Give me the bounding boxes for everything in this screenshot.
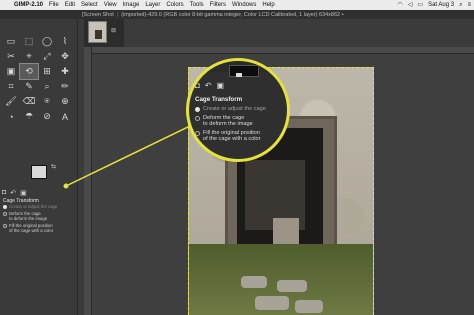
tool-icon[interactable]: ✚	[56, 64, 74, 79]
wifi-icon[interactable]: ◠	[398, 2, 403, 8]
image-thumbnail-bar: ⊠	[84, 19, 124, 47]
zoom-radio-deform	[195, 115, 200, 121]
tool-icon[interactable]: ⌇	[56, 34, 74, 49]
tool-icon[interactable]: ✏	[56, 79, 74, 94]
cage-transform-tool-icon[interactable]: ⟲	[19, 63, 39, 80]
option-deform-cage-label: Deform the cage to deform the image	[9, 211, 48, 221]
tool-icon[interactable]: ⌖	[20, 49, 38, 64]
image-thumbnail[interactable]	[88, 21, 107, 43]
tool-icon[interactable]: 🖌	[2, 94, 20, 109]
zoom-images-tab-icon: ▣	[216, 81, 225, 90]
tool-icon[interactable]: ⤢	[38, 49, 56, 64]
menu-filters[interactable]: Filters	[210, 2, 226, 8]
menu-colors[interactable]: Colors	[166, 2, 183, 8]
tool-icon[interactable]: ⌫	[20, 94, 38, 109]
stone-step	[277, 280, 307, 292]
option-create-cage-label: Create or adjust the cage	[9, 204, 58, 209]
tool-icon[interactable]: ▣	[2, 64, 20, 79]
stone-step	[255, 296, 289, 310]
image-tab[interactable]: [Screen Shot	[82, 12, 114, 18]
menu-tools[interactable]: Tools	[190, 2, 204, 8]
tool-icon[interactable]: ⍟	[38, 94, 56, 109]
zoom-title: Cage Transform	[195, 96, 243, 103]
menu-edit[interactable]: Edit	[65, 2, 75, 8]
radio-deform-cage[interactable]	[3, 211, 7, 216]
radio-create-cage[interactable]	[3, 204, 7, 209]
toolbox-panel: ▭ ⬚ ◯ ⌇ ✂ ⌖ ⤢ ✥ ▣ ⟲ ⊞ ✚ ⌗ ✎ ⌕ ✏ 🖌 ⌫ ⍟ ⊕ ◔ ☂ ⊘ A ⇆ ◘ ↶ ▣ Cage Tr…	[0, 19, 78, 315]
zoom-undo-tab-icon: ↶	[204, 81, 212, 90]
screenshot-root: GIMP-2.10 File Edit Select View Image La…	[0, 0, 474, 315]
tool-icon[interactable]: ⊞	[38, 64, 56, 79]
interior-object	[273, 218, 299, 246]
checkbox-fill-original[interactable]	[3, 223, 7, 228]
close-icon[interactable]: ⊠	[111, 27, 116, 34]
tool-icon[interactable]: ⊕	[56, 94, 74, 109]
option-fill-original[interactable]: Fill the original position of the cage w…	[3, 223, 53, 233]
tool-grid: ▭ ⬚ ◯ ⌇ ✂ ⌖ ⤢ ✥ ▣ ⟲ ⊞ ✚ ⌗ ✎ ⌕ ✏ 🖌 ⌫ ⍟ ⊕ ◔ ☂ ⊘ A	[2, 34, 76, 124]
menubar-status: ◠ ◁ ▭ Sat Aug 3 ⌕ ≡	[398, 2, 474, 8]
option-deform-cage[interactable]: Deform the cage to deform the image	[3, 211, 47, 221]
mac-menubar: GIMP-2.10 File Edit Select View Image La…	[0, 0, 474, 10]
zoom-callout: ◘ ↶ ▣ Cage Transform Create or adjust th…	[186, 58, 290, 162]
tool-icon[interactable]: ☂	[20, 109, 38, 124]
tool-icon[interactable]: ⬚	[20, 34, 38, 49]
tool-icon[interactable]: ⊘	[38, 109, 56, 124]
menu-select[interactable]: Select	[81, 2, 98, 8]
volume-icon[interactable]: ◁	[408, 2, 413, 8]
option-create-cage[interactable]: Create or adjust the cage	[3, 204, 57, 209]
image-title-bar: [Screen Shot | (imported)-429.0 (RGB col…	[0, 10, 474, 19]
zoom-tool-options-tab-icon: ◘	[195, 81, 200, 90]
zoom-option-fill-line2: of the cage with a color	[203, 136, 261, 142]
zoom-radio-create	[195, 106, 200, 112]
menu-view[interactable]: View	[104, 2, 117, 8]
tool-icon[interactable]: ⌗	[2, 79, 20, 94]
zoom-option-create-label: Create or adjust the cage	[203, 106, 266, 112]
zoom-option-deform-line2: to deform the image	[203, 121, 253, 127]
tool-icon[interactable]: ✥	[56, 49, 74, 64]
foreground-color[interactable]	[31, 165, 47, 179]
menu-windows[interactable]: Windows	[232, 2, 256, 8]
zoom-background-color	[229, 65, 259, 77]
tool-icon[interactable]: ▭	[2, 34, 20, 49]
tool-options-tab-icon[interactable]: ◘	[2, 189, 6, 197]
tool-icon[interactable]: ✂	[2, 49, 20, 64]
tool-icon[interactable]: ◔	[2, 109, 20, 124]
menu-icon[interactable]: ≡	[467, 2, 471, 8]
tool-icon[interactable]: ◯	[38, 34, 56, 49]
search-icon[interactable]: ⌕	[459, 2, 462, 8]
stone-step	[241, 276, 267, 288]
stone-step	[295, 300, 323, 313]
tool-icon[interactable]: A	[56, 109, 74, 124]
app-menu[interactable]: GIMP-2.10	[14, 2, 43, 8]
zoom-checkbox-fill	[195, 130, 200, 136]
zoom-option-fill: Fill the original position of the cage w…	[195, 130, 261, 142]
horizontal-ruler[interactable]	[92, 47, 474, 54]
tool-icon[interactable]: ⌕	[38, 79, 56, 94]
battery-icon[interactable]: ▭	[417, 2, 423, 8]
zoom-foreground-color	[236, 73, 242, 77]
menu-help[interactable]: Help	[262, 2, 274, 8]
swap-colors-icon[interactable]: ⇆	[51, 163, 56, 170]
images-tab-icon[interactable]: ▣	[20, 189, 27, 197]
zoom-option-deform: Deform the cage to deform the image	[195, 115, 253, 127]
color-swatches[interactable]: ⇆	[31, 163, 61, 187]
menu-file[interactable]: File	[49, 2, 59, 8]
menu-layer[interactable]: Layer	[145, 2, 160, 8]
window-title: (imported)-429.0 (RGB color 8-bit gamma …	[121, 11, 344, 18]
menu-image[interactable]: Image	[123, 2, 140, 8]
option-fill-original-label: Fill the original position of the cage w…	[9, 223, 54, 233]
clock[interactable]: Sat Aug 3	[428, 2, 454, 8]
zoom-tabs: ◘ ↶ ▣	[195, 81, 224, 90]
tool-options-tabs: ◘ ↶ ▣	[2, 189, 27, 197]
tool-icon[interactable]: ✎	[20, 79, 38, 94]
undo-history-tab-icon[interactable]: ↶	[10, 189, 16, 197]
vertical-ruler[interactable]	[84, 47, 92, 315]
zoom-option-create: Create or adjust the cage	[195, 106, 266, 112]
